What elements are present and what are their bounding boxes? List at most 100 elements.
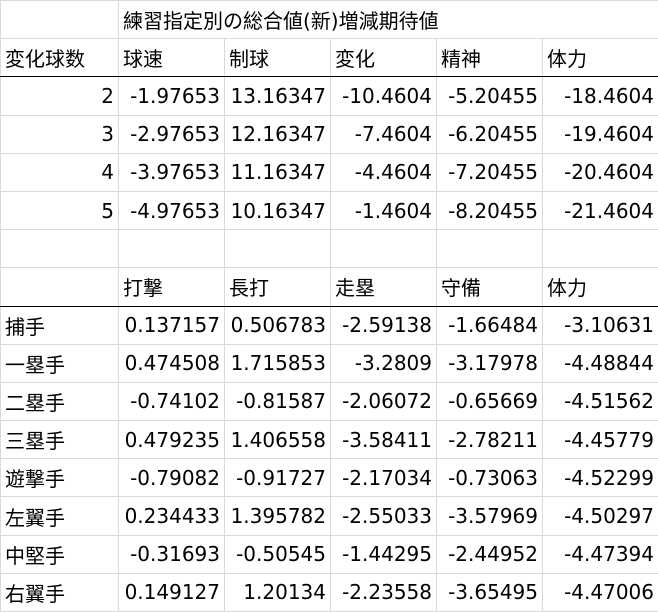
column-header[interactable]: 精神 [436,38,543,78]
data-cell[interactable]: 1.20134 [224,572,331,612]
data-cell[interactable]: 0.506783 [224,305,331,345]
row-label[interactable]: 一塁手 [0,343,119,383]
row-label[interactable]: 3 [0,114,119,154]
row-label[interactable]: 捕手 [0,305,119,345]
data-cell[interactable]: -2.23558 [330,572,437,612]
data-cell[interactable]: -0.81587 [224,381,331,422]
data-cell[interactable]: 1.395782 [224,496,331,536]
data-cell[interactable]: -2.06072 [330,381,437,422]
column-header[interactable]: 変化 [330,38,437,78]
data-cell[interactable]: -0.79082 [118,458,225,498]
data-cell[interactable]: -18.4604 [542,76,658,116]
data-cell[interactable]: 1.715853 [224,343,331,383]
spreadsheet-grid: 練習指定別の総合値(新)増減期待値 変化球数 球速 制球 変化 精神 体力 2 … [0,0,658,612]
data-cell[interactable]: -4.52299 [542,458,658,498]
data-cell[interactable]: -2.44952 [436,534,543,574]
column-header[interactable]: 制球 [224,38,331,78]
data-cell[interactable]: -1.66484 [436,305,543,345]
data-cell[interactable]: -4.47006 [542,572,658,612]
data-cell[interactable]: -2.78211 [436,420,543,460]
data-cell[interactable]: -7.20455 [436,152,543,192]
table-title[interactable]: 練習指定別の総合値(新)増減期待値 [118,0,658,40]
data-cell[interactable]: 13.16347 [224,76,331,116]
table-row: 4 -3.97653 11.16347 -4.4604 -7.20455 -20… [0,152,658,192]
cell-empty[interactable] [0,0,119,40]
data-cell[interactable]: -21.4604 [542,190,658,231]
data-cell[interactable]: -3.58411 [330,420,437,460]
cell-empty[interactable] [224,229,331,269]
data-cell[interactable]: -8.20455 [436,190,543,231]
data-cell[interactable]: -4.97653 [118,190,225,231]
data-cell[interactable]: 0.137157 [118,305,225,345]
column-header[interactable]: 守備 [436,267,543,307]
table-row: 一塁手 0.474508 1.715853 -3.2809 -3.17978 -… [0,343,658,383]
corner-label[interactable]: 変化球数 [0,38,119,78]
data-cell[interactable]: 1.406558 [224,420,331,460]
data-cell[interactable]: -2.55033 [330,496,437,536]
data-cell[interactable]: 10.16347 [224,190,331,231]
cell-empty[interactable] [542,229,658,269]
data-cell[interactable]: -4.4604 [330,152,437,192]
data-cell[interactable]: -0.73063 [436,458,543,498]
row-label[interactable]: 右翼手 [0,572,119,612]
table-row: 2 -1.97653 13.16347 -10.4604 -5.20455 -1… [0,76,658,116]
cell-empty[interactable] [0,229,119,269]
data-cell[interactable]: 0.479235 [118,420,225,460]
data-cell[interactable]: -2.59138 [330,305,437,345]
data-cell[interactable]: -2.17034 [330,458,437,498]
data-cell[interactable]: -5.20455 [436,76,543,116]
table-row: 三塁手 0.479235 1.406558 -3.58411 -2.78211 … [0,420,658,460]
column-header[interactable]: 長打 [224,267,331,307]
data-cell[interactable]: 0.474508 [118,343,225,383]
data-cell[interactable]: -7.4604 [330,114,437,154]
row-label[interactable]: 2 [0,76,119,116]
data-cell[interactable]: -3.97653 [118,152,225,192]
row-label[interactable]: 4 [0,152,119,192]
cell-empty[interactable] [330,229,437,269]
cell-empty[interactable] [0,267,119,307]
row-label[interactable]: 5 [0,190,119,231]
row-label[interactable]: 三塁手 [0,420,119,460]
cell-empty[interactable] [118,229,225,269]
table-row: 遊撃手 -0.79082 -0.91727 -2.17034 -0.73063 … [0,458,658,498]
data-cell[interactable]: -0.50545 [224,534,331,574]
column-header[interactable]: 体力 [542,38,658,78]
data-cell[interactable]: -1.97653 [118,76,225,116]
data-cell[interactable]: 0.234433 [118,496,225,536]
data-cell[interactable]: -4.48844 [542,343,658,383]
empty-row [0,229,658,269]
data-cell[interactable]: -4.45779 [542,420,658,460]
data-cell[interactable]: -3.2809 [330,343,437,383]
data-cell[interactable]: -0.74102 [118,381,225,422]
data-cell[interactable]: -2.97653 [118,114,225,154]
data-cell[interactable]: 12.16347 [224,114,331,154]
column-header[interactable]: 走塁 [330,267,437,307]
data-cell[interactable]: -10.4604 [330,76,437,116]
data-cell[interactable]: -1.44295 [330,534,437,574]
data-cell[interactable]: -1.4604 [330,190,437,231]
column-header[interactable]: 球速 [118,38,225,78]
data-cell[interactable]: -20.4604 [542,152,658,192]
data-cell[interactable]: -0.31693 [118,534,225,574]
data-cell[interactable]: -3.10631 [542,305,658,345]
data-cell[interactable]: -3.17978 [436,343,543,383]
column-header[interactable]: 体力 [542,267,658,307]
title-row: 練習指定別の総合値(新)増減期待値 [0,0,658,40]
data-cell[interactable]: -6.20455 [436,114,543,154]
data-cell[interactable]: -4.47394 [542,534,658,574]
data-cell[interactable]: -4.51562 [542,381,658,422]
data-cell[interactable]: -19.4604 [542,114,658,154]
data-cell[interactable]: 0.149127 [118,572,225,612]
data-cell[interactable]: -4.50297 [542,496,658,536]
data-cell[interactable]: -3.65495 [436,572,543,612]
column-header[interactable]: 打撃 [118,267,225,307]
row-label[interactable]: 左翼手 [0,496,119,536]
row-label[interactable]: 二塁手 [0,381,119,422]
row-label[interactable]: 中堅手 [0,534,119,574]
data-cell[interactable]: -3.57969 [436,496,543,536]
cell-empty[interactable] [436,229,543,269]
row-label[interactable]: 遊撃手 [0,458,119,498]
data-cell[interactable]: 11.16347 [224,152,331,192]
data-cell[interactable]: -0.65669 [436,381,543,422]
data-cell[interactable]: -0.91727 [224,458,331,498]
